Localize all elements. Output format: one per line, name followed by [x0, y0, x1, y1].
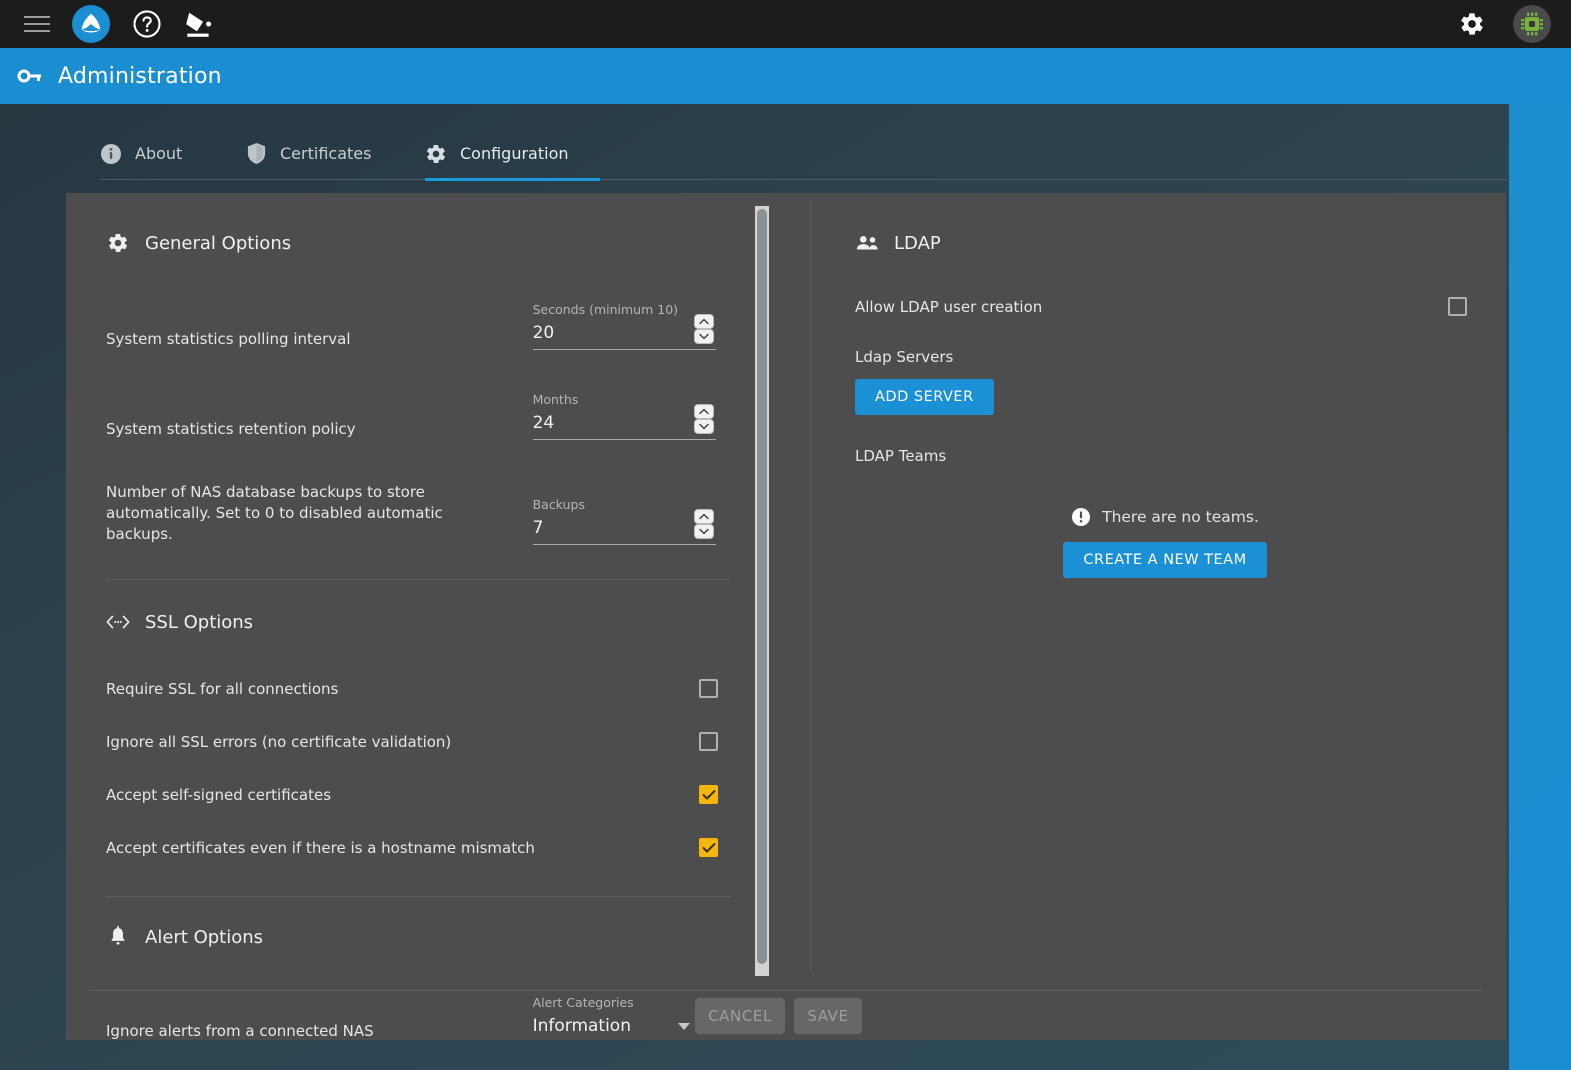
require-ssl-checkbox[interactable]: [699, 679, 718, 698]
ssl-row-require-ssl: Require SSL for all connections: [106, 662, 718, 715]
create-new-team-button[interactable]: CREATE A NEW TEAM: [1063, 542, 1267, 578]
retention-policy-field: Months: [532, 392, 716, 440]
setting-row-retention-policy: System statistics retention policy Month…: [106, 392, 716, 440]
help-circle-icon[interactable]: [132, 9, 162, 39]
left-column-scrollbar[interactable]: [755, 206, 769, 976]
row-label: Accept certificates even if there is a h…: [106, 838, 535, 857]
field-caption: Backups: [532, 497, 585, 512]
tab-about[interactable]: About: [100, 128, 245, 180]
chevron-up-icon[interactable]: [694, 509, 714, 524]
allow-ldap-user-creation-checkbox[interactable]: [1448, 297, 1467, 316]
scrollbar-thumb[interactable]: [757, 209, 767, 964]
row-label: System statistics polling interval: [106, 330, 351, 348]
empty-state-text: There are no teams.: [1102, 508, 1259, 526]
panel-footer: CANCEL SAVE: [66, 991, 1506, 1040]
ldap-heading: LDAP: [855, 231, 1471, 255]
accept-self-signed-checkbox[interactable]: [699, 785, 718, 804]
section-divider: [106, 896, 731, 897]
left-column: General Options System statistics pollin…: [66, 193, 786, 1040]
bell-icon: [106, 925, 130, 949]
app-logo-icon[interactable]: [72, 5, 110, 43]
info-icon: [100, 143, 122, 165]
ldap-title: LDAP: [894, 232, 941, 254]
row-label: Accept self-signed certificates: [106, 785, 332, 804]
alert-options-title: Alert Options: [145, 926, 264, 948]
ssl-options-title: SSL Options: [145, 611, 254, 633]
general-options-heading: General Options: [106, 231, 716, 255]
tab-bar: About Certificates Configuration: [100, 128, 1508, 181]
left-column-inner: General Options System statistics pollin…: [66, 193, 731, 1042]
alert-options-heading: Alert Options: [106, 925, 716, 949]
ssl-checkbox-list: Require SSL for all connections Ignore a…: [106, 662, 718, 874]
cancel-button[interactable]: CANCEL: [695, 997, 785, 1034]
ldap-servers-label: Ldap Servers: [855, 348, 954, 366]
polling-interval-stepper[interactable]: [694, 314, 714, 344]
user-avatar-chip-icon[interactable]: [1513, 5, 1551, 43]
row-label: Number of NAS database backups to store …: [106, 483, 443, 543]
save-button[interactable]: SAVE: [794, 997, 862, 1034]
nas-backups-input[interactable]: [532, 518, 716, 545]
setting-row-polling-interval: System statistics polling interval Secon…: [106, 302, 716, 350]
tab-configuration-label: Configuration: [460, 144, 569, 163]
general-options-title: General Options: [145, 232, 292, 254]
setting-row-nas-backups: Number of NAS database backups to store …: [106, 482, 716, 545]
section-divider: [106, 579, 731, 580]
hamburger-icon[interactable]: [22, 13, 52, 35]
row-label: System statistics retention policy: [106, 420, 356, 438]
tab-certificates[interactable]: Certificates: [245, 128, 425, 180]
ssl-options-heading: SSL Options: [106, 610, 716, 634]
nas-backups-stepper[interactable]: [694, 509, 714, 539]
exclamation-circle-icon: [1071, 507, 1091, 527]
chevron-down-icon[interactable]: [694, 329, 714, 344]
gear-icon[interactable]: [1459, 11, 1485, 37]
chevron-down-icon[interactable]: [694, 524, 714, 539]
tab-configuration[interactable]: Configuration: [425, 128, 600, 181]
key-icon: [16, 62, 44, 90]
row-label: Ignore all SSL errors (no certificate va…: [106, 732, 452, 751]
chevron-up-icon[interactable]: [694, 314, 714, 329]
shield-icon: [245, 143, 267, 165]
configuration-panel: General Options System statistics pollin…: [66, 193, 1506, 1040]
top-app-bar: [0, 0, 1571, 48]
paint-bucket-icon[interactable]: [184, 8, 214, 40]
people-icon: [855, 231, 879, 255]
topbar-right-group: [1459, 5, 1571, 43]
gear-icon: [425, 143, 447, 165]
ssl-row-ignore-errors: Ignore all SSL errors (no certificate va…: [106, 715, 718, 768]
tab-certificates-label: Certificates: [280, 144, 372, 163]
field-caption: Seconds (minimum 10): [532, 302, 679, 317]
ldap-row-allow-user-creation: Allow LDAP user creation: [855, 297, 1467, 316]
gear-icon: [106, 231, 130, 255]
polling-interval-field: Seconds (minimum 10): [532, 302, 716, 350]
hostname-mismatch-checkbox[interactable]: [699, 838, 718, 857]
code-arrows-icon: [106, 610, 130, 634]
polling-interval-input[interactable]: [532, 323, 716, 350]
row-label: Require SSL for all connections: [106, 679, 339, 698]
retention-policy-stepper[interactable]: [694, 404, 714, 434]
ldap-teams-empty-state: There are no teams. CREATE A NEW TEAM: [855, 507, 1475, 578]
row-label: Allow LDAP user creation: [855, 297, 1043, 316]
add-server-button[interactable]: ADD SERVER: [855, 379, 994, 415]
ssl-row-hostname-mismatch: Accept certificates even if there is a h…: [106, 821, 718, 874]
right-column-inner: LDAP Allow LDAP user creation Ldap Serve…: [811, 193, 1471, 578]
right-column: LDAP Allow LDAP user creation Ldap Serve…: [811, 193, 1506, 990]
chevron-up-icon[interactable]: [694, 404, 714, 419]
field-caption: Months: [532, 392, 579, 407]
nas-backups-field: Backups: [532, 497, 716, 545]
ldap-teams-label: LDAP Teams: [855, 447, 947, 465]
ignore-ssl-errors-checkbox[interactable]: [699, 732, 718, 751]
ssl-row-self-signed: Accept self-signed certificates: [106, 768, 718, 821]
empty-state-message: There are no teams.: [1071, 507, 1259, 527]
panel-columns: General Options System statistics pollin…: [66, 193, 1506, 1040]
page-title-bar: Administration: [0, 48, 1571, 104]
page-title: Administration: [58, 63, 222, 89]
retention-policy-input[interactable]: [532, 413, 716, 440]
chevron-down-icon[interactable]: [694, 419, 714, 434]
tab-about-label: About: [135, 144, 183, 163]
